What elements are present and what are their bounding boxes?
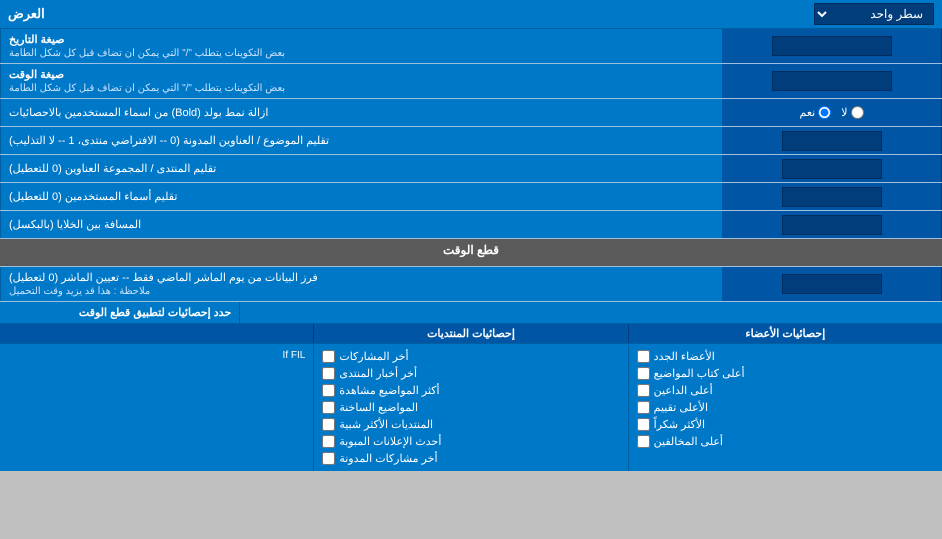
time-filter-input-cell: 0 [722, 267, 942, 301]
username-trim-label: تقليم أسماء المستخدمين (0 للتعطيل) [0, 183, 722, 210]
checkbox-highest-rated-input[interactable] [637, 401, 650, 414]
col3-header: إحصائيات الأعضاء [628, 324, 942, 343]
bold-remove-radio-cell: لا نعم [722, 99, 942, 126]
date-format-input-cell: d-m [722, 29, 942, 63]
checkbox-new-members: الأعضاء الجدد [637, 348, 934, 365]
bold-no-radio[interactable] [851, 106, 864, 119]
empty-col: If FIL [0, 344, 313, 471]
checkbox-top-violators: أعلى المخالفين [637, 433, 934, 450]
checkbox-last-news: أخر أخبار المنتدى [322, 365, 619, 382]
checkbox-similar-forums-input[interactable] [322, 418, 335, 431]
bold-yes-radio[interactable] [818, 106, 831, 119]
checkbox-most-thankful: الأكثر شكراً [637, 416, 934, 433]
time-format-input-cell: H:i [722, 64, 942, 98]
forum-trim-input[interactable]: 33 [782, 159, 882, 179]
checkbox-hot-topics-input[interactable] [322, 401, 335, 414]
username-trim-input-cell: 0 [722, 183, 942, 210]
col1-header [0, 324, 313, 343]
member-stats-col: الأعضاء الجدد أعلى كتاب المواضيع أعلى ال… [628, 344, 942, 471]
forum-trim-input-cell: 33 [722, 155, 942, 182]
time-format-label: صيغة الوقت بعض التكوينات يتطلب "/" التي … [0, 64, 722, 98]
checkbox-top-supporters-input[interactable] [637, 384, 650, 397]
checkbox-last-blog-posts: أخر مشاركات المدونة [322, 450, 619, 467]
checkbox-top-writers: أعلى كتاب المواضيع [637, 365, 934, 382]
checkbox-top-writers-input[interactable] [637, 367, 650, 380]
topic-trim-label: تقليم الموضوع / العناوين المدونة (0 -- ا… [0, 127, 722, 154]
gap-input-cell: 2 [722, 211, 942, 238]
checkbox-top-supporters: أعلى الداعين [637, 382, 934, 399]
time-section-header: قطع الوقت [0, 239, 942, 266]
checkbox-most-viewed: أكثر المواضيع مشاهدة [322, 382, 619, 399]
checkbox-last-news-input[interactable] [322, 367, 335, 380]
stats-header: حدد إحصائيات لتطبيق قطع الوقت [0, 302, 239, 323]
checkbox-hot-topics: المواضيع الساخنة [322, 399, 619, 416]
time-format-input[interactable]: H:i [772, 71, 892, 91]
topic-trim-input[interactable]: 33 [782, 131, 882, 151]
if-fil-note: If FIL [8, 348, 305, 363]
checkbox-new-members-input[interactable] [637, 350, 650, 363]
bold-no-label[interactable]: لا [841, 106, 863, 119]
gap-label: المسافة بين الخلايا (بالبكسل) [0, 211, 722, 238]
display-select[interactable]: سطر واحدسطرانثلاثة أسطر [814, 3, 934, 25]
forum-stats-col: أخر المشاركات أخر أخبار المنتدى أكثر الم… [313, 344, 627, 471]
time-filter-input[interactable]: 0 [782, 274, 882, 294]
checkbox-last-posts-input[interactable] [322, 350, 335, 363]
bold-remove-label: ازالة نمط بولد (Bold) من اسماء المستخدمي… [0, 99, 722, 126]
date-format-label: صيغة التاريخ بعض التكوينات يتطلب "/" الت… [0, 29, 722, 63]
topic-trim-input-cell: 33 [722, 127, 942, 154]
checkbox-latest-classifieds: أحدث الإعلانات المبوبة [322, 433, 619, 450]
col2-header: إحصائيات المنتديات [313, 324, 627, 343]
time-filter-label: فرز البيانات من يوم الماشر الماضي فقط --… [0, 267, 722, 301]
checkbox-last-posts: أخر المشاركات [322, 348, 619, 365]
checkbox-most-viewed-input[interactable] [322, 384, 335, 397]
username-trim-input[interactable]: 0 [782, 187, 882, 207]
bold-yes-label[interactable]: نعم [800, 106, 832, 119]
display-title: العرض [8, 6, 45, 22]
checkbox-most-thankful-input[interactable] [637, 418, 650, 431]
checkbox-latest-classifieds-input[interactable] [322, 435, 335, 448]
forum-trim-label: تقليم المنتدى / المجموعة العناوين (0 للت… [0, 155, 722, 182]
date-format-input[interactable]: d-m [772, 36, 892, 56]
gap-input[interactable]: 2 [782, 215, 882, 235]
checkbox-similar-forums: المنتديات الأكثر شبية [322, 416, 619, 433]
checkbox-highest-rated: الأعلى تقييم [637, 399, 934, 416]
checkbox-top-violators-input[interactable] [637, 435, 650, 448]
checkbox-last-blog-posts-input[interactable] [322, 452, 335, 465]
